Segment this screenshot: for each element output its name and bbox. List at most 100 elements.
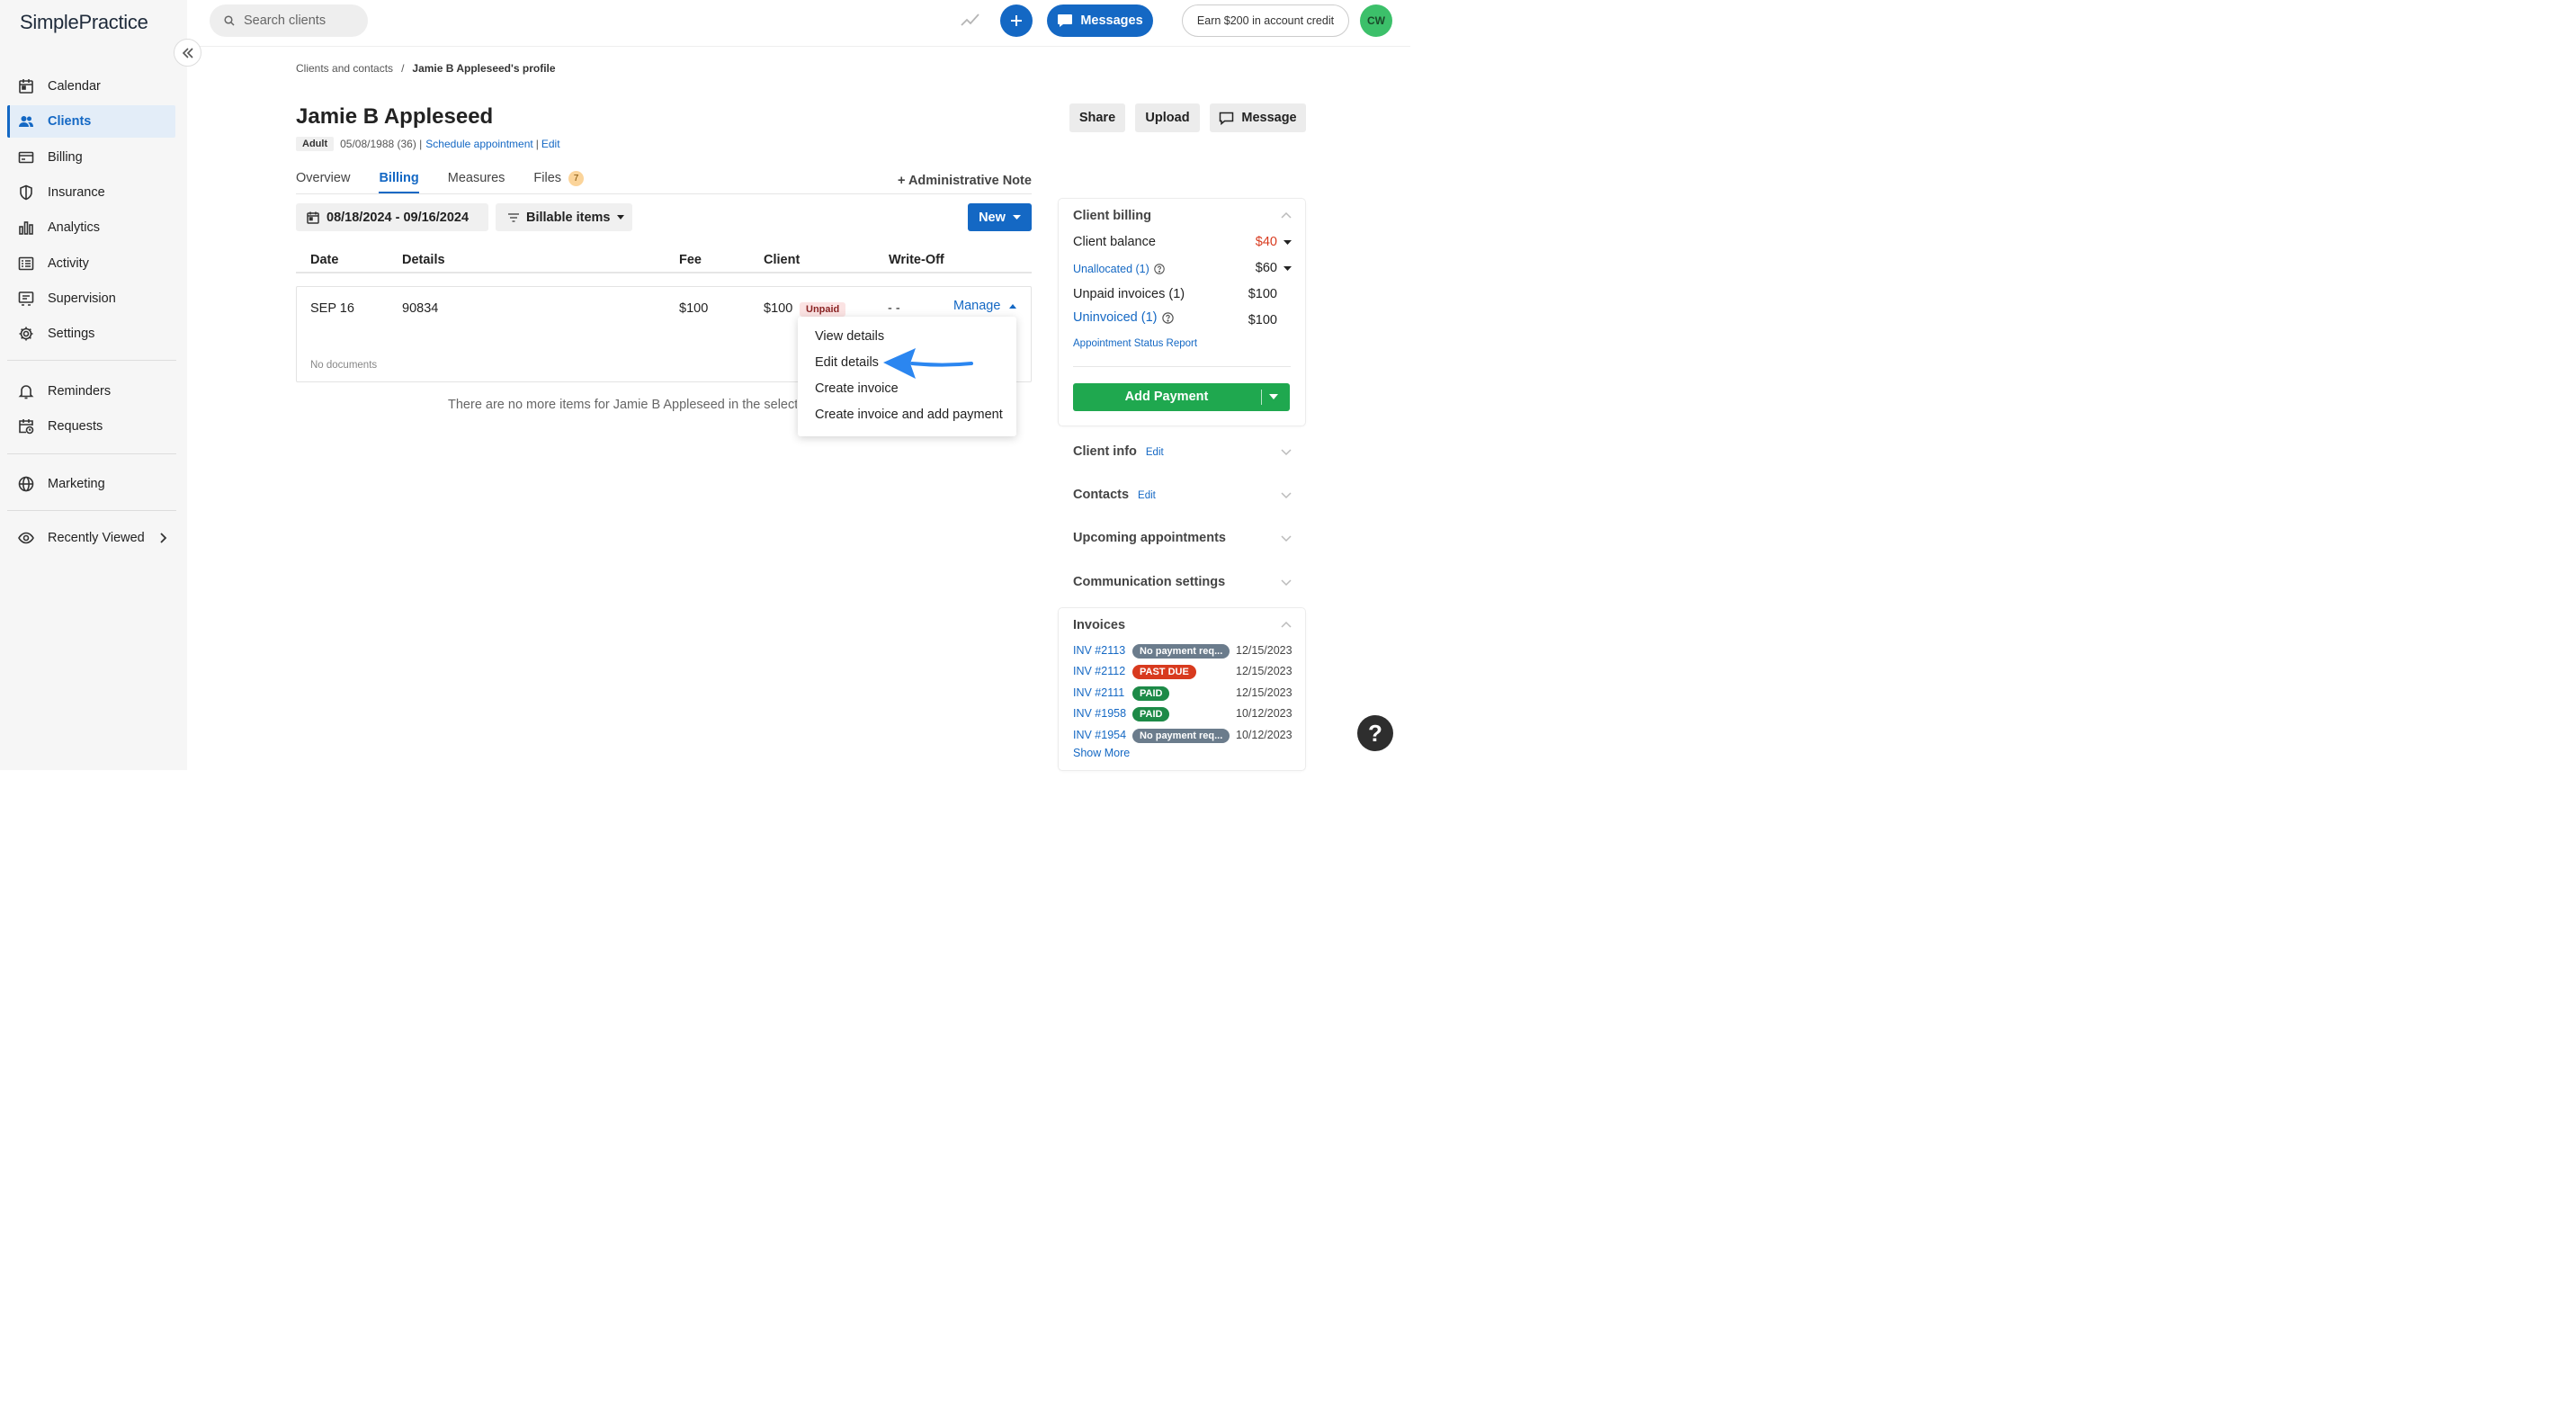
caret-up-icon <box>1009 303 1017 309</box>
chevron-down-icon[interactable] <box>1281 492 1292 499</box>
chevron-down-icon[interactable] <box>1281 535 1292 542</box>
column-header-fee: Fee <box>679 253 702 267</box>
contacts-section[interactable]: Contacts Edit <box>1073 488 1156 502</box>
tab-overview[interactable]: Overview <box>296 171 350 193</box>
search-input[interactable]: Search clients <box>210 4 368 37</box>
user-avatar[interactable]: CW <box>1360 4 1392 37</box>
upcoming-appointments-section[interactable]: Upcoming appointments <box>1073 531 1226 545</box>
row-fee: $100 <box>679 301 709 316</box>
invoices-title: Invoices <box>1073 618 1126 632</box>
unallocated-value[interactable]: $60 <box>1232 261 1277 275</box>
help-button[interactable]: ? <box>1357 715 1393 751</box>
simplepractice-logo[interactable]: SimplePractice <box>20 11 148 34</box>
appointment-status-report-link[interactable]: Appointment Status Report <box>1073 338 1197 349</box>
caret-down-icon[interactable] <box>1269 394 1278 399</box>
sidebar-item-billing[interactable]: Billing <box>7 141 175 174</box>
row-date[interactable]: SEP 16 <box>310 301 354 316</box>
add-payment-label: Add Payment <box>1124 390 1209 404</box>
sidebar-item-marketing[interactable]: Marketing <box>7 468 175 500</box>
share-button[interactable]: Share <box>1069 103 1125 132</box>
unpaid-invoices-link[interactable]: Unpaid invoices (1) <box>1073 287 1185 301</box>
sidebar-item-label: Marketing <box>48 477 105 491</box>
invoice-status-badge: PAID <box>1132 707 1170 721</box>
message-button[interactable]: Message <box>1210 103 1306 132</box>
sidebar-item-requests[interactable]: Requests <box>7 410 175 443</box>
client-info-section[interactable]: Client info Edit <box>1073 444 1164 459</box>
chevron-down-icon[interactable] <box>1281 579 1292 587</box>
sidebar-item-label: Calendar <box>48 79 101 94</box>
column-header-client: Client <box>764 253 801 267</box>
invoice-link[interactable]: INV #2111 <box>1073 686 1124 699</box>
communication-settings-section[interactable]: Communication settings <box>1073 575 1225 589</box>
sidebar-item-reminders[interactable]: Reminders <box>7 375 175 408</box>
sidebar-item-label: Activity <box>48 256 89 271</box>
row-details[interactable]: 90834 <box>402 301 438 316</box>
schedule-appointment-link[interactable]: Schedule appointment <box>425 138 532 150</box>
earn-credit-button[interactable]: Earn $200 in account credit <box>1182 4 1349 37</box>
client-info-edit-link[interactable]: Edit <box>1146 447 1164 458</box>
column-header-details: Details <box>402 253 445 267</box>
sidebar-item-supervision[interactable]: Supervision <box>7 282 175 315</box>
edit-client-link[interactable]: Edit <box>541 138 560 150</box>
annotation-arrow-icon <box>883 348 973 379</box>
menu-item-create-invoice-add-payment[interactable]: Create invoice and add payment <box>815 408 1003 422</box>
quick-add-button[interactable] <box>1000 4 1033 37</box>
new-button[interactable]: New <box>968 203 1032 231</box>
invoice-link[interactable]: INV #1954 <box>1073 729 1126 741</box>
invoice-link[interactable]: INV #1958 <box>1073 707 1126 720</box>
tab-measures[interactable]: Measures <box>448 171 505 193</box>
sidebar-item-analytics[interactable]: Analytics <box>7 211 175 244</box>
breadcrumb: Clients and contacts / Jamie B Appleseed's… <box>296 62 556 75</box>
trend-icon[interactable] <box>961 12 980 28</box>
sidebar-divider <box>7 510 176 511</box>
sidebar-item-label: Clients <box>48 114 92 129</box>
button-divider <box>1261 390 1262 405</box>
sidebar-item-insurance[interactable]: Insurance <box>7 176 175 209</box>
invoice-link[interactable]: INV #2112 <box>1073 665 1125 677</box>
caret-down-icon[interactable] <box>1284 240 1292 245</box>
chevron-down-icon[interactable] <box>1281 449 1292 456</box>
client-tabs: Overview Billing Measures Files 7 <box>296 171 613 193</box>
add-payment-button[interactable]: Add Payment <box>1073 383 1290 411</box>
tab-billing[interactable]: Billing <box>379 171 420 193</box>
page-title: Jamie B Appleseed <box>296 104 494 129</box>
sidebar-item-clients[interactable]: Clients <box>7 105 175 138</box>
unallocated-link[interactable]: Unallocated (1) <box>1073 263 1165 275</box>
chevron-up-icon[interactable] <box>1281 211 1292 219</box>
menu-item-edit-details[interactable]: Edit details <box>815 355 879 370</box>
filter-icon <box>508 212 519 222</box>
collapse-sidebar-button[interactable] <box>174 39 201 67</box>
menu-item-create-invoice[interactable]: Create invoice <box>815 381 899 396</box>
billable-items-dropdown[interactable]: Billable items <box>496 203 632 231</box>
chevron-right-icon <box>160 533 167 543</box>
breadcrumb-parent[interactable]: Clients and contacts <box>296 62 393 75</box>
supervision-icon <box>18 291 34 306</box>
list-icon <box>18 256 34 271</box>
sidebar-item-calendar[interactable]: Calendar <box>7 70 175 103</box>
messages-button[interactable]: Messages <box>1047 4 1153 37</box>
sidebar-item-activity[interactable]: Activity <box>7 247 175 280</box>
sidebar-item-label: Settings <box>48 327 95 341</box>
manage-dropdown[interactable]: Manage <box>953 299 1017 313</box>
show-more-link[interactable]: Show More <box>1073 747 1130 759</box>
caret-down-icon[interactable] <box>1284 266 1292 271</box>
upload-button[interactable]: Upload <box>1135 103 1200 132</box>
column-header-date: Date <box>310 253 339 267</box>
row-client: $100 <box>764 301 793 316</box>
administrative-note-button[interactable]: + Administrative Note <box>898 174 1032 188</box>
invoice-link[interactable]: INV #2113 <box>1073 644 1125 657</box>
date-range-button[interactable]: 08/18/2024 - 09/16/2024 <box>296 203 488 231</box>
client-balance-value[interactable]: $40 <box>1232 235 1277 249</box>
uninvoiced-link[interactable]: Uninvoiced (1) <box>1073 310 1174 325</box>
breadcrumb-separator: / <box>401 62 405 75</box>
menu-item-view-details[interactable]: View details <box>815 329 884 344</box>
chevron-up-icon[interactable] <box>1281 621 1292 628</box>
contacts-edit-link[interactable]: Edit <box>1138 490 1156 501</box>
calendar-icon <box>307 211 319 224</box>
tab-files[interactable]: Files 7 <box>533 171 585 193</box>
bell-icon <box>18 385 34 399</box>
sidebar-item-recently-viewed[interactable]: Recently Viewed <box>7 522 175 554</box>
client-meta: Adult 05/08/1988 (36) | Schedule appoint… <box>296 137 560 151</box>
meta-separator: | <box>535 138 539 150</box>
sidebar-item-settings[interactable]: Settings <box>7 318 175 350</box>
